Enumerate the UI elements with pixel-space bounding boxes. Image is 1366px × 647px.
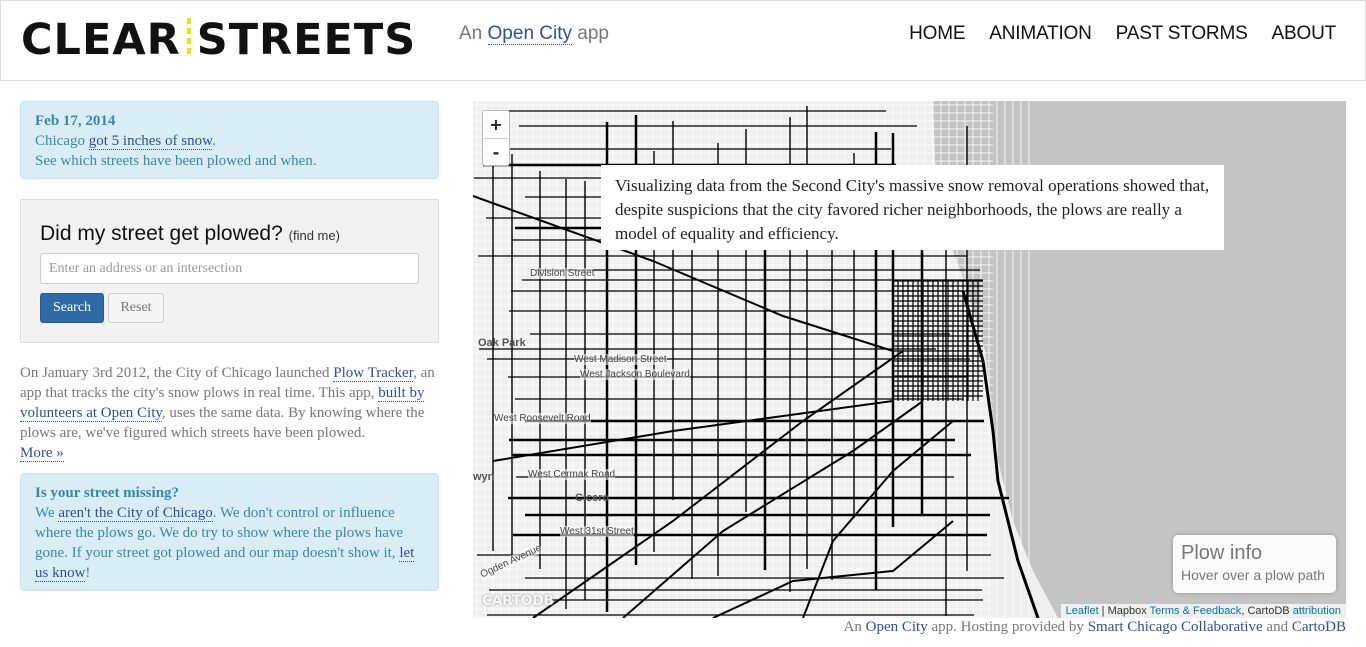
logo-clear: CLEAR (21, 15, 181, 65)
zoom-in-button[interactable]: + (483, 111, 509, 138)
label-berwyn: wyn (473, 471, 495, 483)
reset-button[interactable]: Reset (108, 293, 164, 323)
storm-period: . (211, 133, 216, 149)
label-division-street: Division Street (530, 268, 595, 279)
label-jackson: West Jackson Boulevard (580, 369, 690, 380)
tagline-prefix: An (459, 23, 483, 44)
plow-map[interactable]: Division Street Oak Park West Madison St… (473, 101, 1346, 618)
header: CLEAR STREETS An Open City app HOME ANIMA… (0, 0, 1366, 81)
zoom-control: + - (482, 110, 510, 166)
tagline: An Open City app (459, 23, 609, 45)
logo-streets: STREETS (196, 15, 417, 65)
tagline-suffix: app (577, 23, 609, 44)
nav-past-storms[interactable]: PAST STORMS (1116, 23, 1248, 45)
address-search-input[interactable] (40, 253, 419, 284)
snow-amount-link[interactable]: got 5 inches of snow (88, 133, 212, 150)
terms-feedback-link[interactable]: Terms & Feedback (1150, 605, 1242, 617)
cartodb-link[interactable]: CartoDB (1292, 619, 1346, 635)
plow-tracker-link[interactable]: Plow Tracker (333, 365, 414, 382)
label-roosevelt: West Roosevelt Road (494, 413, 591, 424)
leaflet-link[interactable]: Leaflet (1066, 605, 1099, 617)
more-link[interactable]: More » (20, 445, 64, 462)
label-cicero: Cicero (575, 492, 610, 504)
nav-home[interactable]: HOME (909, 23, 965, 45)
footer: An Open City app. Hosting provided by Sm… (844, 619, 1346, 636)
smart-chicago-link[interactable]: Smart Chicago Collaborative (1088, 619, 1263, 635)
missing-street-alert: Is your street missing? We aren't the Ci… (20, 473, 439, 591)
search-button[interactable]: Search (40, 293, 104, 323)
open-city-link[interactable]: Open City (487, 23, 573, 45)
search-heading: Did my street get plowed? (40, 222, 283, 245)
search-panel: Did my street get plowed? (find me) Sear… (20, 199, 439, 343)
footer-and: and (1266, 619, 1289, 635)
map-attribution: Leaflet | Mapbox Terms & Feedback, Carto… (1060, 604, 1346, 618)
missing-text-1: We (35, 505, 55, 521)
logo-divider (186, 18, 191, 56)
plow-info-panel: Plow info Hover over a plow path (1173, 535, 1336, 593)
search-title: Did my street get plowed? (find me) (40, 222, 340, 246)
label-madison: West Madison Street (574, 354, 667, 365)
mapbox-label: Mapbox (1107, 605, 1147, 617)
missing-title: Is your street missing? (35, 485, 180, 501)
label-cermak: West Cermak Road (528, 469, 616, 480)
label-oak-park: Oak Park (478, 337, 526, 349)
main-nav: HOME ANIMATION PAST STORMS ABOUT (909, 23, 1336, 45)
find-me-link[interactable]: (find me) (289, 228, 340, 243)
footer-open-city-link[interactable]: Open City (866, 619, 928, 635)
find-me-label[interactable]: find me (293, 228, 336, 243)
storm-alert: Feb 17, 2014 Chicago got 5 inches of sno… (20, 101, 439, 179)
map-caption-overlay: Visualizing data from the Second City's … (601, 165, 1224, 250)
storm-line-1: Chicago got 5 inches of snow. (35, 131, 424, 151)
not-city-link[interactable]: aren't the City of Chicago (58, 505, 213, 522)
footer-prefix: An (843, 619, 862, 635)
attribution-link[interactable]: attribution (1293, 605, 1341, 617)
missing-text-3: ! (85, 565, 91, 581)
cartodb-logo: CARTODB (482, 593, 554, 609)
storm-city: Chicago (35, 133, 85, 149)
logo[interactable]: CLEAR STREETS (21, 15, 416, 65)
footer-hosting-text: app. Hosting provided by (931, 619, 1084, 635)
storm-line-2: See which streets have been plowed and w… (35, 153, 317, 169)
plow-info-subtitle: Hover over a plow path (1181, 567, 1325, 583)
storm-date: Feb 17, 2014 (35, 113, 116, 129)
label-31st: West 31st Street (560, 526, 634, 537)
plow-info-title: Plow info (1181, 542, 1263, 564)
cartodb-label: CartoDB (1247, 605, 1290, 617)
about-text-1: On January 3rd 2012, the City of Chicago… (20, 365, 330, 381)
about-text: On January 3rd 2012, the City of Chicago… (20, 363, 440, 463)
nav-about[interactable]: ABOUT (1272, 23, 1337, 45)
zoom-out-button[interactable]: - (483, 138, 509, 165)
nav-animation[interactable]: ANIMATION (989, 23, 1092, 45)
